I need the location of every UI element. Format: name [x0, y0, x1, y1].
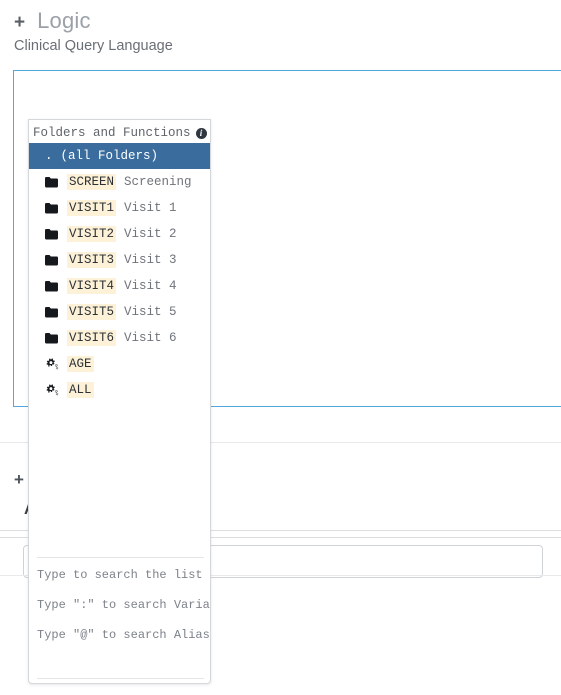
list-item-code: VISIT1: [67, 200, 117, 216]
panel-header: Folders and Functions i ✕: [29, 120, 210, 143]
folder-icon: [45, 280, 67, 292]
list-item-label: Screening: [124, 175, 192, 189]
folder-icon: [45, 254, 67, 266]
list-item-code: SCREEN: [67, 174, 117, 190]
page-subtitle: Clinical Query Language: [14, 38, 173, 54]
list-item[interactable]: ALL: [29, 377, 210, 403]
cogs-icon: [45, 358, 67, 370]
panel-header-icons: i ✕: [195, 126, 210, 140]
list-item-code: VISIT3: [67, 252, 117, 268]
folder-icon: [45, 202, 67, 214]
list-item-dot: .: [45, 149, 53, 163]
list-item-code: VISIT2: [67, 226, 117, 242]
hint-search-variables: Type ":" to search Variables: [37, 598, 210, 612]
folders-and-functions-list[interactable]: . (all Folders) SCREEN Screening VISIT1 Visit…: [29, 143, 210, 403]
list-item[interactable]: VISIT3 Visit 3: [29, 247, 210, 273]
list-item[interactable]: . (all Folders): [29, 143, 210, 169]
folders-and-functions-panel: Folders and Functions i ✕ . (all Folders)…: [28, 119, 211, 684]
folder-icon: [45, 332, 67, 344]
list-item[interactable]: AGE: [29, 351, 210, 377]
app-root: + Logic Clinical Query Language + A Fold…: [0, 0, 561, 695]
info-icon[interactable]: i: [195, 127, 207, 139]
list-item[interactable]: VISIT2 Visit 2: [29, 221, 210, 247]
hint-search-aliases: Type "@" to search Aliases: [37, 628, 211, 642]
close-icon[interactable]: ✕: [209, 126, 210, 140]
list-item-label: Visit 3: [124, 253, 177, 267]
folder-icon: [45, 228, 67, 240]
list-item-label: (all Folders): [60, 149, 159, 163]
cogs-icon: [45, 384, 67, 396]
list-item-label: Visit 1: [124, 201, 177, 215]
folder-icon: [45, 306, 67, 318]
list-item[interactable]: VISIT4 Visit 4: [29, 273, 210, 299]
list-item-label: Visit 4: [124, 279, 177, 293]
list-item[interactable]: VISIT6 Visit 6: [29, 325, 210, 351]
list-item-code: ALL: [67, 382, 94, 398]
list-item-code: VISIT6: [67, 330, 117, 346]
hint-search-list: Type to search the list: [37, 568, 203, 582]
folder-icon: [45, 176, 67, 188]
page-title: Logic: [37, 8, 91, 33]
page-title-row: + Logic: [14, 8, 173, 33]
list-item-code: AGE: [67, 356, 94, 372]
page-header: + Logic Clinical Query Language: [14, 10, 173, 55]
list-item-label: Visit 2: [124, 227, 177, 241]
list-item[interactable]: VISIT1 Visit 1: [29, 195, 210, 221]
panel-divider-top: [37, 557, 204, 558]
panel-divider-bottom: [37, 678, 204, 679]
panel-title: Folders and Functions: [33, 126, 191, 140]
list-item-code: VISIT5: [67, 304, 117, 320]
list-item[interactable]: VISIT5 Visit 5: [29, 299, 210, 325]
list-item-label: Visit 5: [124, 305, 177, 319]
list-item-label: Visit 6: [124, 331, 177, 345]
add-section-icon[interactable]: +: [14, 471, 24, 488]
add-logic-icon[interactable]: +: [14, 13, 25, 32]
list-item[interactable]: SCREEN Screening: [29, 169, 210, 195]
list-item-code: VISIT4: [67, 278, 117, 294]
